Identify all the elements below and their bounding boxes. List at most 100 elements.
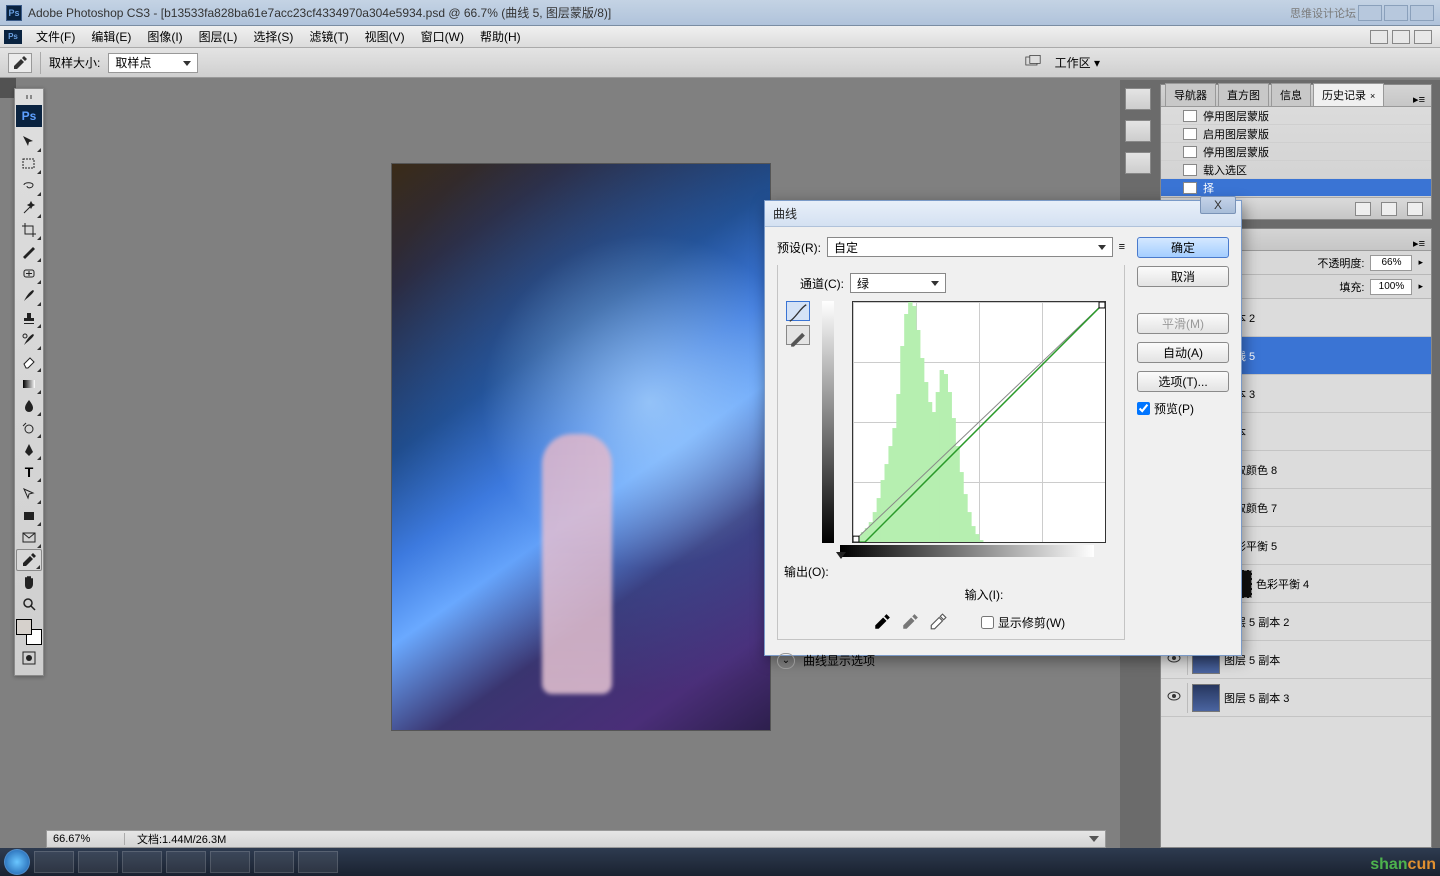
menu-layer[interactable]: 图层(L) xyxy=(191,28,246,45)
layer-row[interactable]: 图层 5 副本 3 xyxy=(1161,679,1431,717)
history-brush-tool[interactable] xyxy=(16,329,42,351)
lasso-tool[interactable] xyxy=(16,175,42,197)
status-menu-icon[interactable] xyxy=(1089,836,1099,842)
start-button[interactable] xyxy=(4,849,30,875)
sample-size-dropdown[interactable]: 取样点 xyxy=(108,53,198,73)
zoom-level[interactable]: 66.67% xyxy=(51,833,125,845)
hand-tool[interactable] xyxy=(16,571,42,593)
visibility-toggle[interactable] xyxy=(1165,691,1183,704)
taskbar-item[interactable] xyxy=(78,851,118,873)
curves-plot[interactable] xyxy=(852,301,1106,543)
minimize-button[interactable] xyxy=(1358,5,1382,21)
heal-tool[interactable] xyxy=(16,263,42,285)
stamp-tool[interactable] xyxy=(16,307,42,329)
preset-dropdown[interactable]: 自定 xyxy=(827,237,1113,257)
marquee-tool[interactable] xyxy=(16,153,42,175)
slice-tool[interactable] xyxy=(16,241,42,263)
screen-mode-icon[interactable] xyxy=(1025,53,1049,73)
ok-button[interactable]: 确定 xyxy=(1137,237,1229,258)
dialog-close-stray[interactable]: X xyxy=(1200,196,1236,214)
ps-doc-icon: Ps xyxy=(4,30,22,44)
path-select-tool[interactable] xyxy=(16,483,42,505)
auto-button[interactable]: 自动(A) xyxy=(1137,342,1229,363)
history-item[interactable]: 启用图层蒙版 xyxy=(1161,125,1431,143)
menu-file[interactable]: 文件(F) xyxy=(28,28,83,45)
panel-menu-icon[interactable]: ▸≡ xyxy=(1407,93,1431,106)
opacity-input[interactable]: 66% xyxy=(1370,255,1412,271)
history-item[interactable]: 停用图层蒙版 xyxy=(1161,143,1431,161)
zoom-tool[interactable] xyxy=(16,593,42,615)
options-button[interactable]: 选项(T)... xyxy=(1137,371,1229,392)
maximize-button[interactable] xyxy=(1384,5,1408,21)
fill-input[interactable]: 100% xyxy=(1370,279,1412,295)
curve-pencil-tool[interactable] xyxy=(786,325,810,345)
tab-info[interactable]: 信息 xyxy=(1271,83,1311,106)
current-tool-preset[interactable] xyxy=(8,53,32,73)
fg-color[interactable] xyxy=(16,619,32,635)
gradient-tool[interactable] xyxy=(16,373,42,395)
white-eyedropper-icon[interactable] xyxy=(929,613,947,631)
black-eyedropper-icon[interactable] xyxy=(873,613,891,631)
menu-help[interactable]: 帮助(H) xyxy=(472,28,529,45)
histogram-icon[interactable] xyxy=(1125,120,1151,142)
taskbar-item[interactable] xyxy=(122,851,162,873)
blur-tool[interactable] xyxy=(16,395,42,417)
history-item[interactable]: 载入选区 xyxy=(1161,161,1431,179)
shape-tool[interactable] xyxy=(16,505,42,527)
pen-tool[interactable] xyxy=(16,439,42,461)
history-new-button[interactable] xyxy=(1381,202,1397,216)
channel-dropdown[interactable]: 绿 xyxy=(850,273,946,293)
tab-navigator[interactable]: 导航器 xyxy=(1165,83,1216,106)
eyedropper-tool[interactable] xyxy=(16,549,42,571)
brush-tool[interactable] xyxy=(16,285,42,307)
curves-titlebar[interactable]: 曲线 xyxy=(765,201,1241,227)
toolbox-grip[interactable] xyxy=(17,95,41,101)
doc-minimize-button[interactable] xyxy=(1370,30,1388,44)
display-options-toggle[interactable]: ⌄ xyxy=(777,653,795,669)
type-tool[interactable]: T xyxy=(16,461,42,483)
tab-history[interactable]: 历史记录× xyxy=(1313,83,1384,106)
menu-image[interactable]: 图像(I) xyxy=(139,28,190,45)
move-tool[interactable] xyxy=(16,131,42,153)
gray-eyedropper-icon[interactable] xyxy=(901,613,919,631)
menu-edit[interactable]: 编辑(E) xyxy=(83,28,139,45)
doc-info[interactable]: 文档:1.44M/26.3M xyxy=(125,831,226,847)
eraser-tool[interactable] xyxy=(16,351,42,373)
info-icon[interactable] xyxy=(1125,152,1151,174)
dodge-tool[interactable] xyxy=(16,417,42,439)
taskbar-item[interactable] xyxy=(166,851,206,873)
curve-point-tool[interactable] xyxy=(786,301,810,321)
preset-menu-icon[interactable]: ≡ xyxy=(1119,241,1125,253)
show-clipping-checkbox[interactable]: 显示修剪(W) xyxy=(981,614,1065,631)
doc-close-button[interactable] xyxy=(1414,30,1432,44)
tab-histogram[interactable]: 直方图 xyxy=(1218,83,1269,106)
menu-window[interactable]: 窗口(W) xyxy=(413,28,472,45)
taskbar-item[interactable] xyxy=(298,851,338,873)
black-point-slider[interactable] xyxy=(836,552,846,559)
titlebar: Ps Adobe Photoshop CS3 - [b13533fa828ba6… xyxy=(0,0,1440,26)
history-delete-button[interactable] xyxy=(1407,202,1423,216)
layers-panel-menu-icon[interactable]: ▸≡ xyxy=(1407,237,1431,250)
notes-tool[interactable] xyxy=(16,527,42,549)
quickmask-toggle[interactable] xyxy=(16,647,42,669)
history-snapshot-button[interactable] xyxy=(1355,202,1371,216)
color-swatches[interactable] xyxy=(16,619,42,645)
smooth-button[interactable]: 平滑(M) xyxy=(1137,313,1229,334)
history-item[interactable]: 停用图层蒙版 xyxy=(1161,107,1431,125)
doc-restore-button[interactable] xyxy=(1392,30,1410,44)
history-item[interactable]: 择 xyxy=(1161,179,1431,197)
taskbar-item[interactable] xyxy=(254,851,294,873)
menu-view[interactable]: 视图(V) xyxy=(357,28,413,45)
menu-select[interactable]: 选择(S) xyxy=(245,28,301,45)
workspace-menu[interactable]: 工作区 ▾ xyxy=(1055,54,1100,71)
taskbar-item[interactable] xyxy=(210,851,250,873)
wand-tool[interactable] xyxy=(16,197,42,219)
close-button[interactable] xyxy=(1410,5,1434,21)
navigator-icon[interactable] xyxy=(1125,88,1151,110)
menu-filter[interactable]: 滤镜(T) xyxy=(301,28,356,45)
preview-checkbox[interactable]: 预览(P) xyxy=(1137,400,1229,417)
crop-tool[interactable] xyxy=(16,219,42,241)
document-canvas[interactable] xyxy=(392,164,770,730)
taskbar-item[interactable] xyxy=(34,851,74,873)
cancel-button[interactable]: 取消 xyxy=(1137,266,1229,287)
